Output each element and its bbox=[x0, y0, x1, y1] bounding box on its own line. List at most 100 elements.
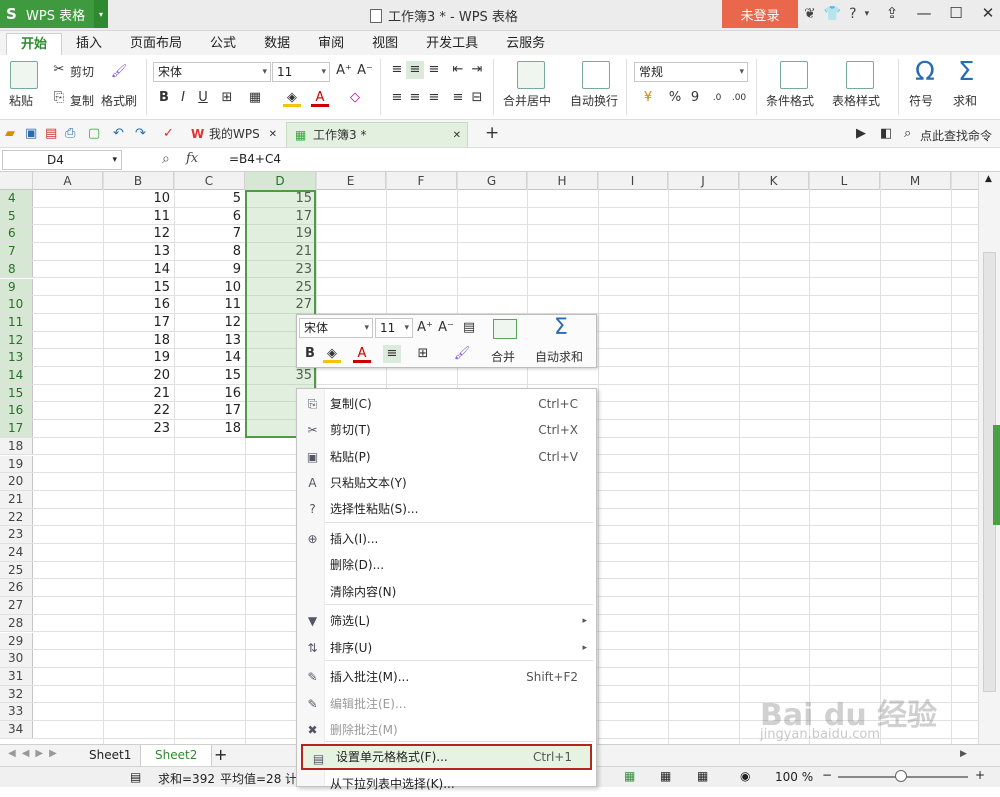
sidebar-toggle-icon[interactable]: ◧ bbox=[880, 126, 892, 141]
align-right-icon[interactable]: ≡ bbox=[425, 89, 443, 107]
context-menu-item[interactable]: ✎ 插入批注(M)... Shift+F2 bbox=[297, 664, 596, 690]
cell-b[interactable]: 15 bbox=[103, 279, 174, 296]
decimal-increase-icon[interactable]: .0 bbox=[708, 89, 726, 107]
tab-page-layout[interactable]: 页面布局 bbox=[116, 33, 196, 55]
column-header[interactable]: F bbox=[386, 172, 457, 190]
select-all-corner[interactable] bbox=[0, 172, 33, 190]
tab-cloud[interactable]: 云服务 bbox=[492, 33, 559, 55]
font-size-select[interactable]: 11 bbox=[272, 62, 330, 82]
align-left-icon[interactable]: ≡ bbox=[388, 89, 406, 107]
number-format-select[interactable]: 常规 bbox=[634, 62, 748, 82]
cell-b[interactable] bbox=[103, 526, 174, 543]
cell-c[interactable] bbox=[174, 703, 245, 720]
justify-icon[interactable]: ≡ bbox=[449, 89, 467, 107]
font-family-select[interactable]: 宋体 bbox=[153, 62, 271, 82]
cell-c[interactable]: 16 bbox=[174, 385, 245, 402]
clear-format-icon[interactable]: ◇ bbox=[346, 89, 364, 107]
row-header[interactable]: 7 bbox=[0, 243, 33, 260]
doc-tab-my-wps[interactable]: W 我的WPS ✕ bbox=[183, 122, 283, 147]
column-header[interactable]: E bbox=[316, 172, 386, 190]
row-header[interactable]: 22 bbox=[0, 508, 33, 526]
cell-c[interactable] bbox=[174, 650, 245, 667]
cell-c[interactable] bbox=[174, 526, 245, 543]
tab-formulas[interactable]: 公式 bbox=[196, 33, 250, 55]
cell-c[interactable] bbox=[174, 473, 245, 490]
underline-icon[interactable]: U bbox=[194, 89, 212, 107]
sheet-tab-sheet1[interactable]: Sheet1 bbox=[75, 745, 145, 766]
column-header[interactable]: I bbox=[598, 172, 668, 190]
cell-c[interactable]: 13 bbox=[174, 332, 245, 349]
comma-icon[interactable]: 9 bbox=[686, 89, 704, 107]
cell-b[interactable]: 22 bbox=[103, 402, 174, 419]
eye-protect-icon[interactable]: ◉ bbox=[740, 769, 750, 783]
normal-view-icon[interactable]: ▦ bbox=[624, 769, 635, 783]
align-bottom-icon[interactable]: ≡ bbox=[425, 61, 443, 79]
column-header[interactable]: A bbox=[33, 172, 103, 190]
cell-b[interactable] bbox=[103, 633, 174, 650]
cell-c[interactable] bbox=[174, 491, 245, 508]
font-grow-icon[interactable]: A⁺ bbox=[416, 319, 434, 337]
row-header[interactable]: 26 bbox=[0, 579, 33, 597]
undo-icon[interactable]: ↶ bbox=[113, 126, 124, 141]
cell-b[interactable]: 16 bbox=[103, 296, 174, 313]
row-header[interactable]: 20 bbox=[0, 473, 33, 490]
tab-view[interactable]: 视图 bbox=[358, 33, 412, 55]
cell-b[interactable] bbox=[103, 686, 174, 703]
context-menu-item[interactable]: 删除(D)... bbox=[297, 552, 596, 578]
cell-b[interactable] bbox=[103, 562, 174, 579]
feedback-icon[interactable]: ❦ bbox=[804, 6, 816, 22]
row-header[interactable]: 15 bbox=[0, 384, 33, 402]
cell-c[interactable]: 5 bbox=[174, 190, 245, 207]
cell-c[interactable] bbox=[174, 579, 245, 596]
row-header[interactable]: 19 bbox=[0, 455, 33, 473]
cell-b[interactable] bbox=[103, 509, 174, 526]
brush-icon[interactable]: 🖌 bbox=[453, 345, 471, 363]
mini-autosum-button[interactable]: 自动求和 bbox=[535, 348, 583, 365]
percent-icon[interactable]: % bbox=[666, 89, 684, 107]
format-painter-button[interactable]: 格式刷 bbox=[101, 92, 137, 109]
row-header[interactable]: 30 bbox=[0, 650, 33, 667]
cell-b[interactable] bbox=[103, 650, 174, 667]
print-preview-icon[interactable]: ▢ bbox=[88, 126, 100, 141]
tab-insert[interactable]: 插入 bbox=[62, 33, 116, 55]
cell-b[interactable]: 20 bbox=[103, 367, 174, 384]
context-menu-item[interactable]: A 只粘贴文本(Y) bbox=[297, 470, 596, 496]
upload-icon[interactable]: ⇪ bbox=[880, 4, 904, 22]
print-icon[interactable]: ⎙ bbox=[65, 126, 75, 141]
context-menu-item[interactable]: ⊕ 插入(I)... bbox=[297, 526, 596, 552]
page-layout-view-icon[interactable]: ▦ bbox=[660, 769, 671, 783]
row-header[interactable]: 5 bbox=[0, 207, 33, 225]
add-sheet-icon[interactable]: + bbox=[214, 745, 227, 764]
context-menu-item[interactable]: 从下拉列表中选择(K)... bbox=[297, 771, 596, 797]
cell-b[interactable]: 23 bbox=[103, 420, 174, 437]
column-header[interactable]: B bbox=[103, 172, 174, 190]
bold-icon[interactable]: B bbox=[301, 345, 319, 363]
row-header[interactable]: 29 bbox=[0, 632, 33, 650]
cut-button[interactable]: 剪切 bbox=[70, 63, 94, 80]
scroll-up-icon[interactable]: ▲ bbox=[985, 174, 992, 184]
column-header[interactable]: C bbox=[174, 172, 245, 190]
cell-b[interactable]: 12 bbox=[103, 225, 174, 242]
row-header[interactable]: 27 bbox=[0, 597, 33, 614]
cell-c[interactable]: 7 bbox=[174, 225, 245, 242]
cell-b[interactable]: 17 bbox=[103, 314, 174, 331]
cell-c[interactable]: 8 bbox=[174, 243, 245, 260]
cell-b[interactable] bbox=[103, 544, 174, 561]
cell-b[interactable] bbox=[103, 579, 174, 596]
tab-review[interactable]: 审阅 bbox=[304, 33, 358, 55]
close-icon[interactable]: ✕ bbox=[453, 123, 461, 148]
context-menu-item[interactable]: ▣ 粘贴(P) Ctrl+V bbox=[297, 444, 596, 470]
row-header[interactable]: 28 bbox=[0, 614, 33, 632]
pin-icon[interactable]: ✓ bbox=[163, 126, 174, 141]
sheet-tab-sheet2[interactable]: Sheet2 bbox=[140, 745, 213, 766]
cell-c[interactable] bbox=[174, 615, 245, 632]
row-header[interactable]: 6 bbox=[0, 225, 33, 243]
row-header[interactable]: 34 bbox=[0, 721, 33, 738]
cell-b[interactable] bbox=[103, 438, 174, 455]
align-center-icon[interactable]: ≡ bbox=[383, 345, 401, 363]
cell-c[interactable] bbox=[174, 633, 245, 650]
fill-color-icon[interactable]: ◈ bbox=[283, 89, 301, 107]
cell-c[interactable]: 17 bbox=[174, 402, 245, 419]
cell-c[interactable] bbox=[174, 668, 245, 685]
cell-b[interactable]: 14 bbox=[103, 261, 174, 278]
